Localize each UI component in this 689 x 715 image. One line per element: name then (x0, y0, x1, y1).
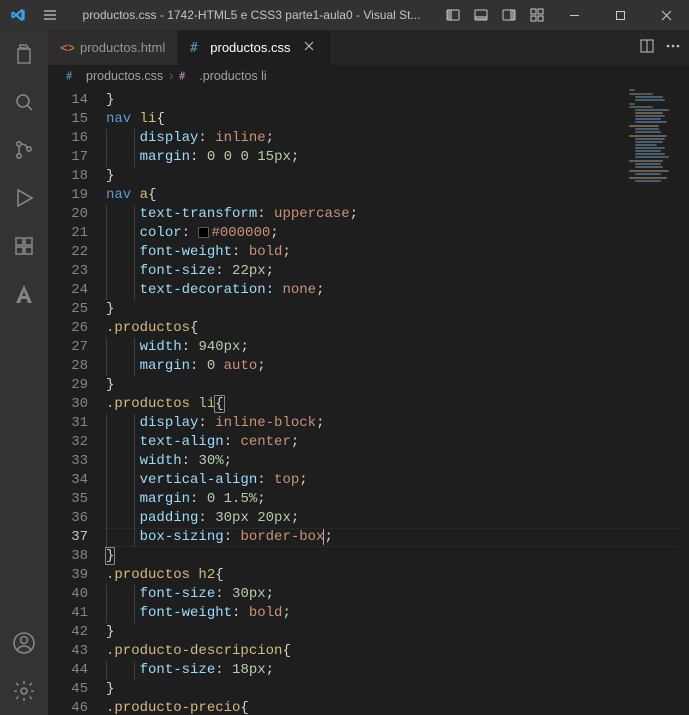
title-layout-controls (439, 0, 551, 30)
accounts-icon[interactable] (0, 619, 48, 667)
window-controls (551, 0, 689, 30)
window-minimize-button[interactable] (551, 0, 597, 30)
chevron-right-icon: › (169, 69, 173, 83)
editor-area: <> productos.html # productos.css # product… (48, 30, 689, 715)
search-icon[interactable] (0, 78, 48, 126)
color-swatch-icon[interactable] (198, 227, 209, 238)
customize-layout-icon[interactable] (523, 0, 551, 30)
toggle-panel-right-icon[interactable] (495, 0, 523, 30)
css-file-icon: # (190, 41, 204, 55)
app-menu-button[interactable] (36, 7, 64, 23)
tab-label: productos.html (80, 40, 165, 55)
window-close-button[interactable] (643, 0, 689, 30)
activity-bar (0, 30, 48, 715)
window-title: productos.css - 1742-HTML5 e CSS3 parte1… (64, 8, 439, 22)
html-file-icon: <> (60, 41, 74, 55)
css-file-icon: # (66, 69, 80, 83)
text-cursor (323, 529, 324, 545)
source-control-icon[interactable] (0, 126, 48, 174)
split-editor-icon[interactable] (639, 38, 655, 57)
tab-productos-css[interactable]: # productos.css (178, 30, 331, 65)
extensions-icon[interactable] (0, 222, 48, 270)
explorer-icon[interactable] (0, 30, 48, 78)
more-actions-icon[interactable] (665, 38, 681, 57)
breadcrumb-file: productos.css (86, 69, 163, 83)
svg-text:#: # (190, 41, 198, 55)
close-tab-icon[interactable] (300, 37, 318, 58)
svg-text:<>: <> (60, 41, 74, 55)
settings-gear-icon[interactable] (0, 667, 48, 715)
toggle-panel-left-icon[interactable] (439, 0, 467, 30)
toggle-panel-bottom-icon[interactable] (467, 0, 495, 30)
run-debug-icon[interactable] (0, 174, 48, 222)
tab-productos-html[interactable]: <> productos.html (48, 30, 178, 65)
breadcrumbs[interactable]: # productos.css › # .productos li (48, 65, 689, 87)
breadcrumb-symbol: .productos li (199, 69, 266, 83)
editor-tabs: <> productos.html # productos.css (48, 30, 689, 65)
line-number-gutter: 1415161718192021222324252627282930313233… (48, 87, 106, 715)
svg-text:#: # (66, 71, 73, 83)
css-symbol-icon: # (179, 69, 193, 83)
tab-label: productos.css (210, 40, 290, 55)
svg-text:#: # (179, 71, 186, 83)
code-editor[interactable]: 1415161718192021222324252627282930313233… (48, 87, 689, 715)
code-content[interactable]: }nav li{ display: inline; margin: 0 0 0 … (106, 87, 689, 715)
window-maximize-button[interactable] (597, 0, 643, 30)
alura-icon[interactable] (0, 270, 48, 318)
titlebar: productos.css - 1742-HTML5 e CSS3 parte1… (0, 0, 689, 30)
vscode-logo-icon (0, 7, 36, 23)
